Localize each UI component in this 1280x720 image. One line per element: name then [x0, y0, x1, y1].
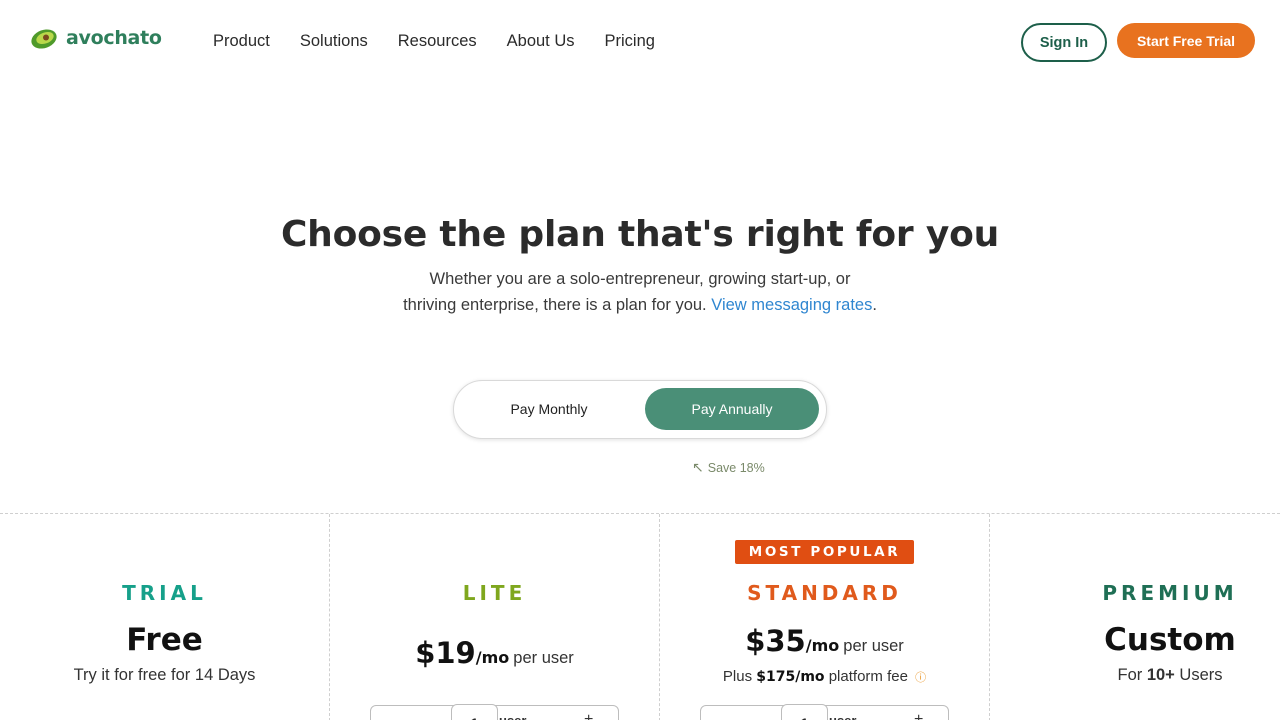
plan-card-standard: MOST POPULAR STANDARD $35/mo per user Plu… [660, 514, 990, 720]
price-per: per user [513, 649, 574, 667]
nav-resources[interactable]: Resources [398, 32, 477, 51]
page-title: Choose the plan that's right for you [280, 214, 1000, 255]
user-quantity-value[interactable]: 1 [781, 704, 828, 720]
logo[interactable]: avochato [30, 27, 162, 49]
plan-card-premium: PREMIUM Custom For 10+ Users [990, 514, 1280, 720]
plan-price: $19/mo per user [330, 636, 659, 670]
billing-toggle: Pay Monthly Pay Annually [453, 380, 827, 439]
sign-in-button[interactable]: Sign In [1021, 23, 1107, 62]
fee-amount: $175/mo [756, 669, 825, 685]
user-quantity-stepper[interactable]: 1 user + [700, 704, 949, 720]
user-quantity-label: user [829, 713, 856, 720]
plan-description: For 10+ Users [1025, 666, 1280, 685]
curved-arrow-icon: ↖ [692, 459, 704, 475]
user-quantity-value[interactable]: 1 [451, 704, 498, 720]
plan-card-trial: TRIAL Free Try it for free for 14 Days [0, 514, 330, 720]
nav-solutions[interactable]: Solutions [300, 32, 368, 51]
hero-subtitle-line1: Whether you are a solo-entrepreneur, gro… [429, 270, 851, 288]
fee-suffix: platform fee [828, 668, 908, 685]
view-messaging-rates-link[interactable]: View messaging rates [711, 296, 872, 314]
price-unit: /mo [805, 636, 840, 655]
info-icon[interactable]: ⓘ [915, 672, 926, 684]
save-note-text: Save 18% [707, 460, 765, 475]
nav-product[interactable]: Product [213, 32, 270, 51]
plan-name: TRIAL [122, 581, 207, 605]
hero-period: . [872, 296, 877, 314]
site-header: avochato Product Solutions Resources Abo… [0, 0, 1280, 84]
user-quantity-label: user [499, 713, 526, 720]
plan-description: Try it for free for 14 Days [73, 666, 256, 684]
pay-annually-option[interactable]: Pay Annually [645, 388, 819, 430]
user-quantity-stepper[interactable]: 1 user + [370, 704, 619, 720]
plan-card-lite: LITE $19/moper user 1 user + [330, 514, 660, 720]
plan-name: PREMIUM [1102, 581, 1238, 605]
brand-name: avochato [66, 27, 162, 49]
platform-fee: Plus $175/mo platform fee ⓘ [660, 668, 989, 685]
plans-grid: TRIAL Free Try it for free for 14 Days L… [0, 513, 1280, 720]
plan-name: STANDARD [747, 581, 902, 605]
main-nav: Product Solutions Resources About Us Pri… [213, 32, 685, 51]
description-bold: 10+ [1146, 666, 1175, 684]
price-amount: $19 [415, 636, 476, 670]
pay-monthly-option[interactable]: Pay Monthly [458, 388, 640, 430]
description-suffix: Users [1179, 666, 1223, 684]
save-note: ↖ Save 18% [692, 459, 765, 476]
most-popular-badge: MOST POPULAR [735, 540, 914, 564]
hero-subtitle: Whether you are a solo-entrepreneur, gro… [398, 266, 882, 318]
plus-icon[interactable]: + [914, 711, 923, 720]
nav-about-us[interactable]: About Us [507, 32, 575, 51]
description-prefix: For [1117, 666, 1143, 684]
plan-name: LITE [462, 581, 527, 605]
price-amount: $35 [745, 624, 806, 658]
plus-icon[interactable]: + [584, 711, 593, 720]
fee-prefix: Plus [722, 668, 753, 685]
plan-headline: Custom [1104, 622, 1236, 658]
plan-headline: Free [126, 622, 203, 658]
price-per: per user [843, 637, 904, 655]
avocado-logo-icon [31, 29, 57, 49]
price-unit: /mo [475, 648, 510, 667]
start-free-trial-button[interactable]: Start Free Trial [1117, 23, 1255, 58]
plan-price: $35/mo per user [660, 624, 989, 658]
hero-subtitle-line2: thriving enterprise, there is a plan for… [403, 296, 707, 314]
nav-pricing[interactable]: Pricing [605, 32, 655, 51]
